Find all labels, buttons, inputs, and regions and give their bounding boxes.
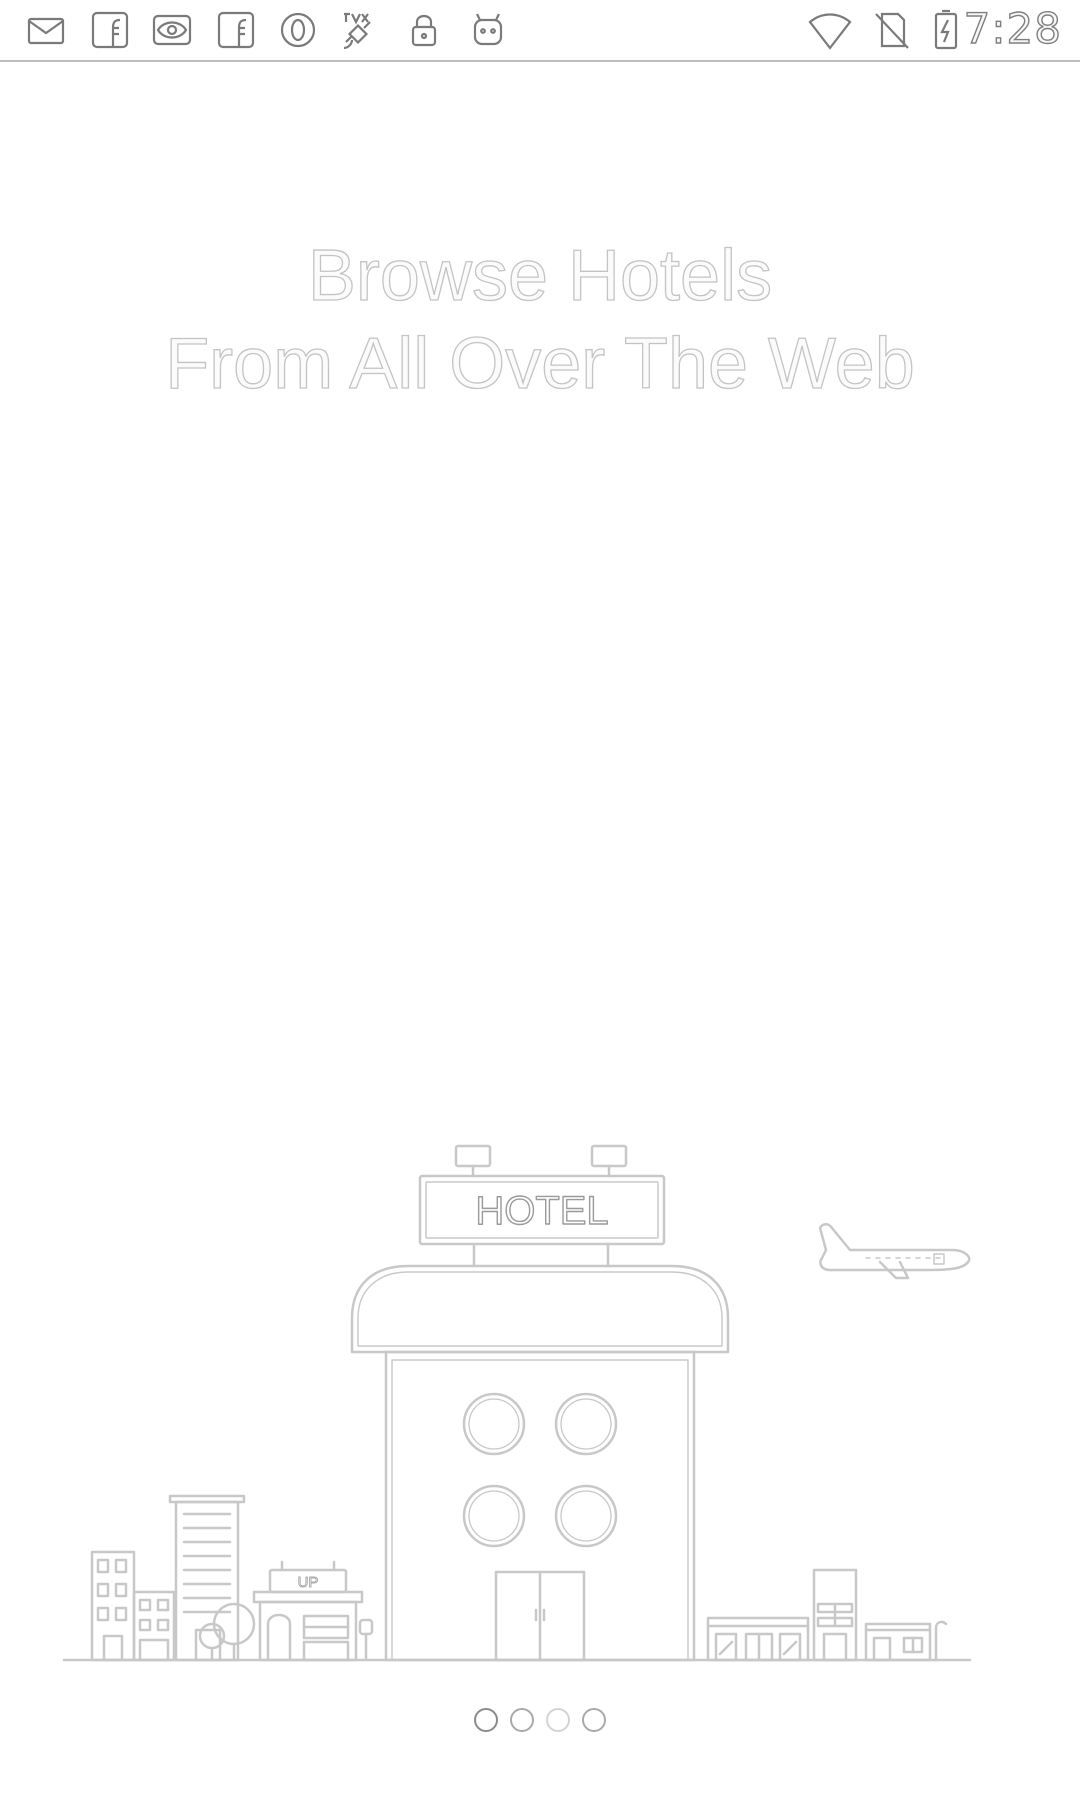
no-sim-icon <box>870 8 914 52</box>
hotel-sign-text: HOTEL <box>475 1189 608 1233</box>
page-indicator <box>0 1708 1080 1748</box>
page-dot-4[interactable] <box>582 1708 606 1732</box>
onboarding-screen: 7:28 Browse Hotels From All Over The Web <box>0 0 1080 1794</box>
wifi-icon <box>808 8 852 52</box>
page-dot-3[interactable] <box>546 1708 570 1732</box>
right-tall-building <box>812 1568 858 1662</box>
hotel-building <box>384 1350 696 1662</box>
lamp-post <box>358 1618 374 1662</box>
android-icon <box>466 8 510 52</box>
lock-icon <box>402 8 446 52</box>
status-bar: 7:28 <box>0 0 1080 62</box>
sign-lamps <box>454 1144 628 1178</box>
right-far-building <box>864 1620 948 1662</box>
hotel-city-illustration: HOTEL UP <box>0 1120 1080 1680</box>
shop-sign-text: UP <box>298 1574 319 1591</box>
onboarding-headline: Browse Hotels From All Over The Web <box>0 232 1080 408</box>
facebook-icon <box>214 8 258 52</box>
left-building <box>90 1550 136 1662</box>
email-icon <box>24 8 68 52</box>
right-shop <box>706 1616 810 1662</box>
airplane <box>818 1223 971 1280</box>
facebook-icon <box>88 8 132 52</box>
headline-line-1: Browse Hotels <box>307 235 773 316</box>
eye-icon <box>150 8 194 52</box>
up-shop: UP <box>252 1560 364 1662</box>
small-block-building <box>132 1590 176 1662</box>
satellite-icon <box>336 8 380 52</box>
headline-line-2: From All Over The Web <box>165 323 916 404</box>
page-dot-2[interactable] <box>510 1708 534 1732</box>
clock-text: 7:28 <box>963 3 1062 53</box>
opera-icon <box>276 8 320 52</box>
hotel-sign: HOTEL <box>418 1174 666 1268</box>
tall-tower <box>168 1494 246 1662</box>
hotel-awning <box>350 1264 730 1354</box>
battery-charging-icon <box>924 8 968 52</box>
page-dot-1[interactable] <box>474 1708 498 1732</box>
